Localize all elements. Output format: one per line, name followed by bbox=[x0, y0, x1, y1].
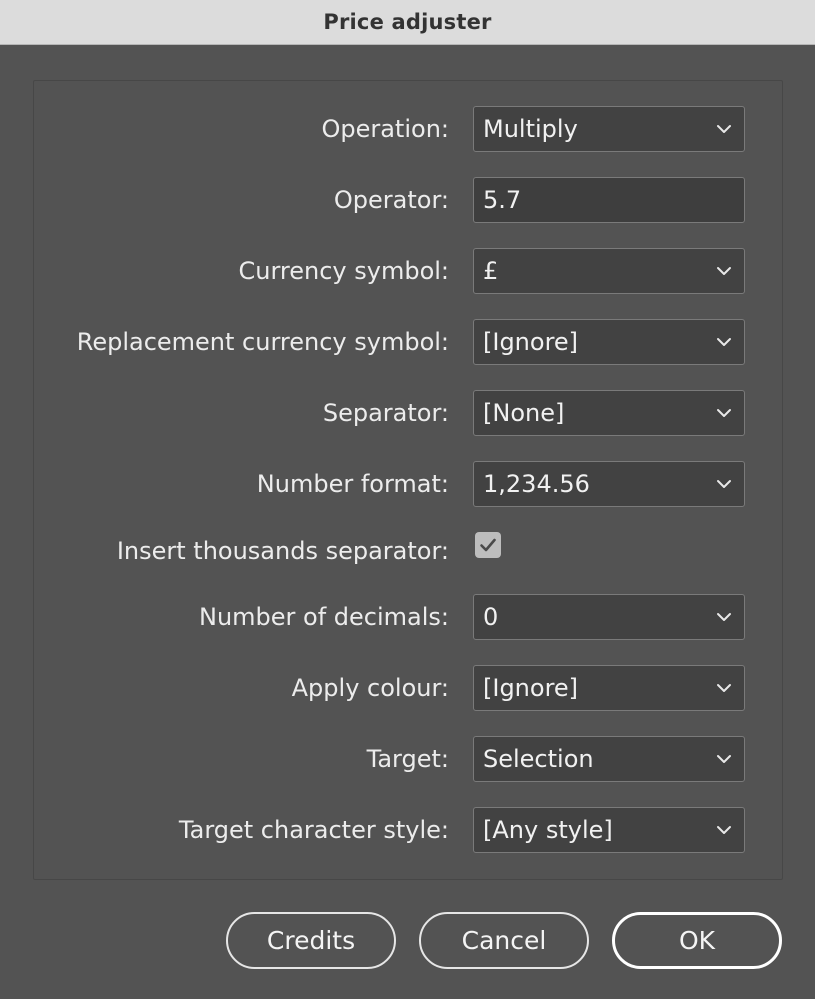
currency-symbol-dropdown[interactable]: £ bbox=[473, 248, 745, 294]
target-character-style-row: Target character style: [Any style] bbox=[34, 807, 782, 853]
settings-panel: Operation: Multiply Operator: 5.7 Curren… bbox=[33, 80, 783, 880]
target-character-style-label: Target character style: bbox=[178, 816, 449, 844]
separator-dropdown[interactable]: [None] bbox=[473, 390, 745, 436]
insert-thousands-separator-checkbox[interactable] bbox=[475, 532, 501, 558]
operation-dropdown[interactable]: Multiply bbox=[473, 106, 745, 152]
separator-label: Separator: bbox=[322, 399, 449, 427]
separator-row: Separator: [None] bbox=[34, 390, 782, 436]
operator-input[interactable]: 5.7 bbox=[473, 177, 745, 223]
number-of-decimals-dropdown[interactable]: 0 bbox=[473, 594, 745, 640]
currency-symbol-label: Currency symbol: bbox=[238, 257, 449, 285]
chevron-down-icon bbox=[717, 267, 731, 275]
target-character-style-value: [Any style] bbox=[483, 816, 613, 844]
cancel-button[interactable]: Cancel bbox=[419, 912, 589, 969]
operator-value: 5.7 bbox=[483, 186, 522, 214]
number-of-decimals-label: Number of decimals: bbox=[198, 603, 449, 631]
operation-row: Operation: Multiply bbox=[34, 106, 782, 152]
number-format-value: 1,234.56 bbox=[483, 470, 590, 498]
target-row: Target: Selection bbox=[34, 736, 782, 782]
target-label: Target: bbox=[366, 745, 449, 773]
apply-colour-label: Apply colour: bbox=[291, 674, 449, 702]
number-of-decimals-value: 0 bbox=[483, 603, 499, 631]
number-format-label: Number format: bbox=[256, 470, 449, 498]
separator-value: [None] bbox=[483, 399, 565, 427]
number-format-dropdown[interactable]: 1,234.56 bbox=[473, 461, 745, 507]
currency-symbol-row: Currency symbol: £ bbox=[34, 248, 782, 294]
chevron-down-icon bbox=[717, 338, 731, 346]
price-adjuster-dialog: Price adjuster Operation: Multiply Opera… bbox=[0, 0, 815, 999]
chevron-down-icon bbox=[717, 613, 731, 621]
chevron-down-icon bbox=[717, 409, 731, 417]
operation-value: Multiply bbox=[483, 115, 578, 143]
chevron-down-icon bbox=[717, 125, 731, 133]
ok-button[interactable]: OK bbox=[612, 912, 782, 969]
target-dropdown[interactable]: Selection bbox=[473, 736, 745, 782]
insert-thousands-separator-label: Insert thousands separator: bbox=[116, 537, 449, 565]
chevron-down-icon bbox=[717, 826, 731, 834]
checkmark-icon bbox=[480, 538, 496, 552]
operator-label: Operator: bbox=[333, 186, 449, 214]
replacement-currency-symbol-label: Replacement currency symbol: bbox=[76, 328, 449, 356]
apply-colour-dropdown[interactable]: [Ignore] bbox=[473, 665, 745, 711]
operation-label: Operation: bbox=[321, 115, 449, 143]
replacement-currency-symbol-dropdown[interactable]: [Ignore] bbox=[473, 319, 745, 365]
credits-button[interactable]: Credits bbox=[226, 912, 396, 969]
dialog-title: Price adjuster bbox=[323, 10, 492, 34]
apply-colour-row: Apply colour: [Ignore] bbox=[34, 665, 782, 711]
chevron-down-icon bbox=[717, 684, 731, 692]
number-format-row: Number format: 1,234.56 bbox=[34, 461, 782, 507]
chevron-down-icon bbox=[717, 480, 731, 488]
currency-symbol-value: £ bbox=[483, 257, 499, 285]
number-of-decimals-row: Number of decimals: 0 bbox=[34, 594, 782, 640]
replacement-currency-symbol-value: [Ignore] bbox=[483, 328, 579, 356]
apply-colour-value: [Ignore] bbox=[483, 674, 579, 702]
chevron-down-icon bbox=[717, 755, 731, 763]
operator-row: Operator: 5.7 bbox=[34, 177, 782, 223]
title-bar: Price adjuster bbox=[0, 0, 815, 45]
replacement-currency-symbol-row: Replacement currency symbol: [Ignore] bbox=[34, 319, 782, 365]
target-character-style-dropdown[interactable]: [Any style] bbox=[473, 807, 745, 853]
target-value: Selection bbox=[483, 745, 594, 773]
insert-thousands-separator-row: Insert thousands separator: bbox=[34, 528, 782, 574]
